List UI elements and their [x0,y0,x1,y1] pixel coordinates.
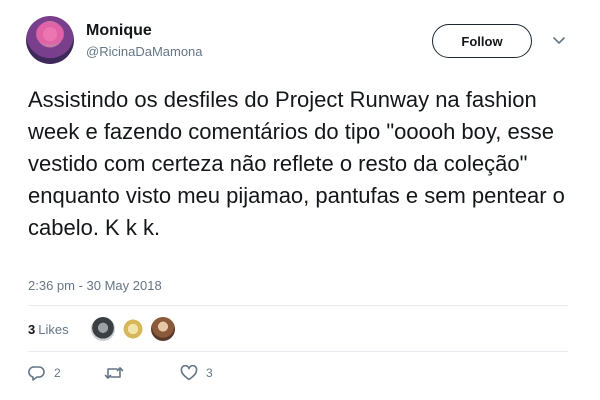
like-count: 3 [206,366,213,380]
divider-bottom [28,351,568,352]
display-name[interactable]: Monique [86,22,152,40]
liker-avatar[interactable] [150,317,175,341]
tweet-actions: 2 3 [28,360,213,386]
reply-button[interactable]: 2 [28,365,104,381]
heart-icon [180,365,198,381]
avatar[interactable] [26,16,74,64]
likes-count[interactable]: 3 [28,322,35,337]
liker-avatar[interactable] [90,317,115,341]
retweet-button[interactable] [104,365,180,381]
user-handle[interactable]: @RicinaDaMamona [86,44,203,59]
chevron-down-icon[interactable] [552,34,566,48]
follow-button[interactable]: Follow [432,24,532,58]
tweet-text: Assistindo os desfiles do Project Runway… [28,87,565,240]
liker-avatar[interactable] [120,317,145,341]
like-button[interactable]: 3 [180,365,213,381]
reply-icon [28,365,46,381]
likes-label[interactable]: Likes [38,322,68,337]
reply-count: 2 [54,366,61,380]
divider-top [28,305,568,306]
timestamp[interactable]: 2:36 pm - 30 May 2018 [28,278,162,293]
likes-row[interactable]: 3 Likes [28,313,175,345]
retweet-icon [104,365,124,381]
